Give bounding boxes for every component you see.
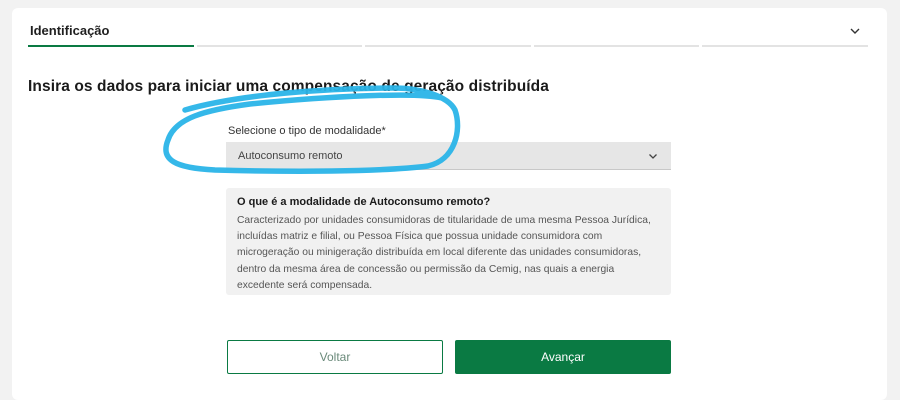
modalidade-label: Selecione o tipo de modalidade*: [228, 125, 386, 137]
step-bar-5: [702, 45, 868, 47]
step-bar-1: [28, 45, 194, 47]
step-bar-3: [365, 45, 531, 47]
modalidade-select[interactable]: Autoconsumo remoto: [226, 142, 671, 170]
modalidade-info-box: O que é a modalidade de Autoconsumo remo…: [226, 188, 671, 295]
stepper-header[interactable]: Identificação: [28, 8, 868, 48]
form-card: Identificação Insira os dados para inici…: [12, 8, 887, 400]
form-title: Insira os dados para iniciar uma compens…: [28, 78, 549, 95]
step-title: Identificação: [30, 23, 110, 38]
step-bar-4: [533, 45, 700, 47]
chevron-down-icon[interactable]: [848, 24, 862, 38]
info-text: Caracterizado por unidades consumidoras …: [237, 215, 651, 291]
step-bar-2: [196, 45, 363, 47]
step-progress: [28, 45, 868, 48]
modalidade-select-value: Autoconsumo remoto: [238, 150, 343, 162]
next-button[interactable]: Avançar: [455, 340, 671, 374]
chevron-down-icon: [649, 154, 657, 159]
info-title: O que é a modalidade de Autoconsumo remo…: [237, 196, 491, 208]
back-button[interactable]: Voltar: [227, 340, 443, 374]
